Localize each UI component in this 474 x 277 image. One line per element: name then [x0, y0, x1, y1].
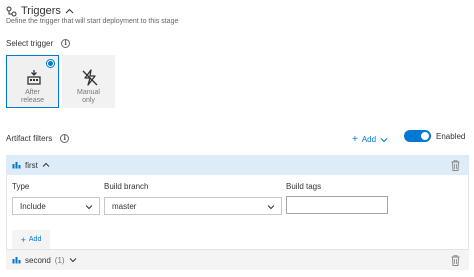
add-filter-button[interactable]: + Add [352, 134, 388, 145]
select-trigger-label: Select trigger i [6, 39, 71, 48]
build-branch-combobox[interactable]: master [104, 197, 282, 215]
type-select[interactable]: Include [12, 197, 100, 215]
type-value: Include [20, 201, 46, 211]
after-release-option[interactable]: After release [6, 55, 59, 108]
chevron-down-icon [267, 203, 275, 211]
branch-value: master [112, 201, 137, 211]
chevron-up-icon[interactable] [42, 161, 50, 169]
triggers-title: Triggers [21, 5, 61, 17]
info-icon[interactable]: i [60, 134, 70, 143]
artifact-filters-text: Artifact filters [6, 134, 53, 143]
manual-only-line1: Manual [77, 89, 100, 96]
filter-header-second[interactable]: second (1) [6, 250, 469, 270]
after-release-label: After release [7, 89, 58, 105]
manual-only-option[interactable]: Manual only [62, 55, 115, 108]
build-artifact-icon [12, 251, 21, 269]
build-branch-label: Build branch [104, 182, 149, 191]
delete-filter-icon[interactable] [451, 160, 460, 171]
filter-name-first: first [25, 160, 38, 170]
plus-icon: + [352, 134, 358, 145]
info-icon[interactable]: i [61, 39, 71, 48]
filter-header-first[interactable]: first [6, 155, 469, 175]
enabled-label: Enabled [436, 132, 466, 141]
after-release-line2: release [21, 97, 44, 104]
triggers-header[interactable]: Triggers [6, 3, 74, 19]
build-tags-input[interactable] [286, 196, 388, 214]
build-tags-label: Build tags [286, 182, 322, 191]
add-condition-label: Add [28, 236, 42, 243]
chevron-down-icon [380, 136, 388, 144]
chevron-down-icon [85, 203, 93, 211]
manual-only-line2: only [82, 97, 95, 104]
filter-name-second: second [25, 255, 51, 265]
artifact-filters-label: Artifact filters i [6, 134, 70, 143]
enabled-toggle[interactable] [404, 130, 431, 142]
type-label: Type [12, 182, 30, 191]
chevron-up-icon[interactable] [65, 7, 74, 16]
chevron-down-icon[interactable] [69, 256, 77, 264]
after-release-icon [25, 69, 43, 87]
filter-count-second: (1) [54, 255, 65, 265]
build-artifact-icon [12, 156, 21, 174]
triggers-subtitle: Define the trigger that will start deplo… [6, 18, 179, 25]
manual-only-label: Manual only [63, 89, 114, 105]
select-trigger-text: Select trigger [6, 39, 54, 48]
radio-selected-icon [46, 59, 55, 68]
trigger-flow-icon [6, 6, 17, 17]
manual-only-icon [81, 69, 99, 87]
delete-filter-icon[interactable] [451, 255, 460, 266]
plus-icon: + [20, 234, 26, 245]
add-filter-label: Add [361, 135, 377, 144]
add-condition-button[interactable]: + Add [12, 230, 50, 249]
after-release-line1: After [25, 89, 40, 96]
